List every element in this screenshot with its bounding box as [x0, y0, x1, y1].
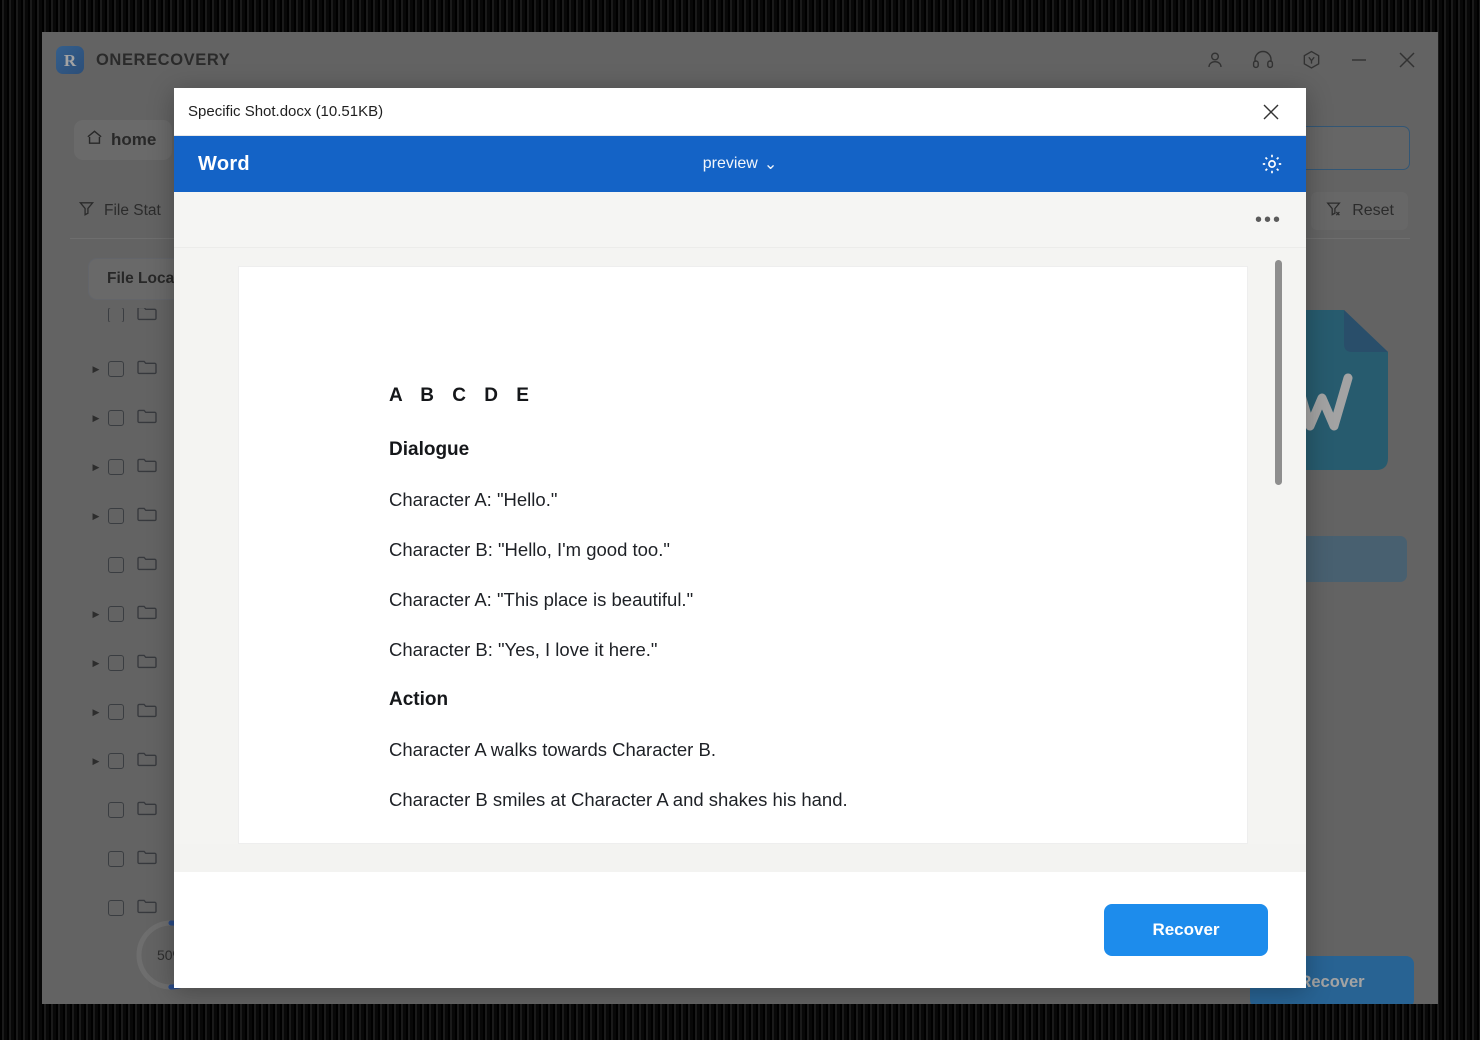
chevron-down-icon: ⌄: [764, 154, 777, 174]
window-controls: [1202, 47, 1420, 73]
tree-checkbox[interactable]: [108, 900, 124, 916]
file-status-filter[interactable]: File Stat: [78, 200, 161, 222]
minimize-icon[interactable]: [1346, 47, 1372, 73]
folder-icon: [136, 603, 158, 626]
screen-root: R ONERECOVERY: [0, 0, 1480, 1040]
tree-checkbox[interactable]: [108, 606, 124, 622]
folder-icon: [136, 554, 158, 577]
tree-checkbox[interactable]: [108, 851, 124, 867]
tree-checkbox[interactable]: [108, 308, 124, 322]
document-page: A B C D E Dialogue Character A: "Hello."…: [238, 266, 1248, 844]
document-line: Character A walks towards Character B.: [389, 739, 1247, 761]
recover-button-label: Recover: [1152, 920, 1219, 940]
modal-spacer: [174, 844, 1306, 872]
tree-caret-icon[interactable]: ▶: [88, 757, 104, 766]
tree-caret-icon[interactable]: ▶: [88, 512, 104, 521]
folder-icon: [136, 407, 158, 430]
filter-clear-icon: [1325, 200, 1343, 223]
folder-icon: [136, 456, 158, 479]
preview-mode-label: preview: [703, 155, 758, 173]
tree-checkbox[interactable]: [108, 704, 124, 720]
viewer-toolbar: Word preview ⌄: [174, 136, 1306, 192]
folder-icon: [136, 701, 158, 724]
modal-titlebar: Specific Shot.docx (10.51KB): [174, 88, 1306, 136]
tree-checkbox[interactable]: [108, 361, 124, 377]
tree-checkbox[interactable]: [108, 802, 124, 818]
document-viewport: A B C D E Dialogue Character A: "Hello."…: [174, 248, 1306, 844]
section-title-action: Action: [389, 689, 1247, 711]
app-titlebar: R ONERECOVERY: [42, 32, 1438, 88]
tab-file-location-label: File Locat: [107, 270, 179, 288]
document-heading: A B C D E: [389, 385, 1247, 407]
file-preview-modal: Specific Shot.docx (10.51KB) Word previe…: [174, 88, 1306, 988]
app-logo-letter: R: [64, 52, 76, 69]
document-scrollbar[interactable]: [1275, 260, 1282, 820]
home-label: home: [111, 130, 156, 150]
document-line: Character B: "Hello, I'm good too.": [389, 539, 1247, 561]
folder-icon: [136, 308, 158, 322]
file-status-label: File Stat: [104, 202, 161, 220]
filter-funnel-icon: [78, 200, 95, 222]
app-brand: R ONERECOVERY: [56, 46, 230, 74]
viewer-app-name: Word: [198, 153, 250, 176]
preview-mode-selector[interactable]: preview ⌄: [703, 154, 778, 174]
close-icon[interactable]: [1394, 47, 1420, 73]
folder-icon: [136, 652, 158, 675]
app-brand-name: ONERECOVERY: [96, 51, 230, 70]
folder-icon: [136, 750, 158, 773]
close-icon[interactable]: [1256, 97, 1286, 127]
folder-icon: [136, 848, 158, 871]
tree-checkbox[interactable]: [108, 459, 124, 475]
recover-button[interactable]: Recover: [1104, 904, 1268, 956]
tree-caret-icon[interactable]: ▶: [88, 610, 104, 619]
document-line: Character B smiles at Character A and sh…: [389, 789, 1247, 811]
gear-icon[interactable]: [1260, 152, 1284, 176]
tree-caret-icon[interactable]: ▶: [88, 659, 104, 668]
scrollbar-thumb[interactable]: [1275, 260, 1282, 485]
section-title-dialogue: Dialogue: [389, 439, 1247, 461]
viewer-ribbon: •••: [174, 192, 1306, 248]
folder-icon: [136, 505, 158, 528]
tree-checkbox[interactable]: [108, 557, 124, 573]
tree-caret-icon[interactable]: ▶: [88, 463, 104, 472]
support-headset-icon[interactable]: [1250, 47, 1276, 73]
document-line: Character B: "Yes, I love it here.": [389, 639, 1247, 661]
help-hexagon-icon[interactable]: [1298, 47, 1324, 73]
tree-caret-icon[interactable]: ▶: [88, 708, 104, 717]
tree-checkbox[interactable]: [108, 753, 124, 769]
tree-checkbox[interactable]: [108, 410, 124, 426]
tree-checkbox[interactable]: [108, 508, 124, 524]
onerecovery-app-window: R ONERECOVERY: [42, 32, 1438, 1004]
document-line: Character A: "Hello.": [389, 489, 1247, 511]
folder-icon: [136, 799, 158, 822]
modal-footer: Recover: [174, 872, 1306, 988]
home-icon: [85, 128, 104, 152]
app-logo-icon: R: [56, 46, 84, 74]
tree-caret-icon[interactable]: ▶: [88, 365, 104, 374]
breadcrumb-home[interactable]: home: [74, 120, 172, 160]
account-icon[interactable]: [1202, 47, 1228, 73]
tree-caret-icon[interactable]: ▶: [88, 414, 104, 423]
folder-icon: [136, 358, 158, 381]
document-line: Character A: "This place is beautiful.": [389, 589, 1247, 611]
reset-label: Reset: [1352, 202, 1394, 220]
modal-title: Specific Shot.docx (10.51KB): [188, 103, 383, 120]
ellipsis-icon[interactable]: •••: [1255, 210, 1282, 230]
tree-checkbox[interactable]: [108, 655, 124, 671]
reset-button[interactable]: Reset: [1311, 192, 1408, 230]
